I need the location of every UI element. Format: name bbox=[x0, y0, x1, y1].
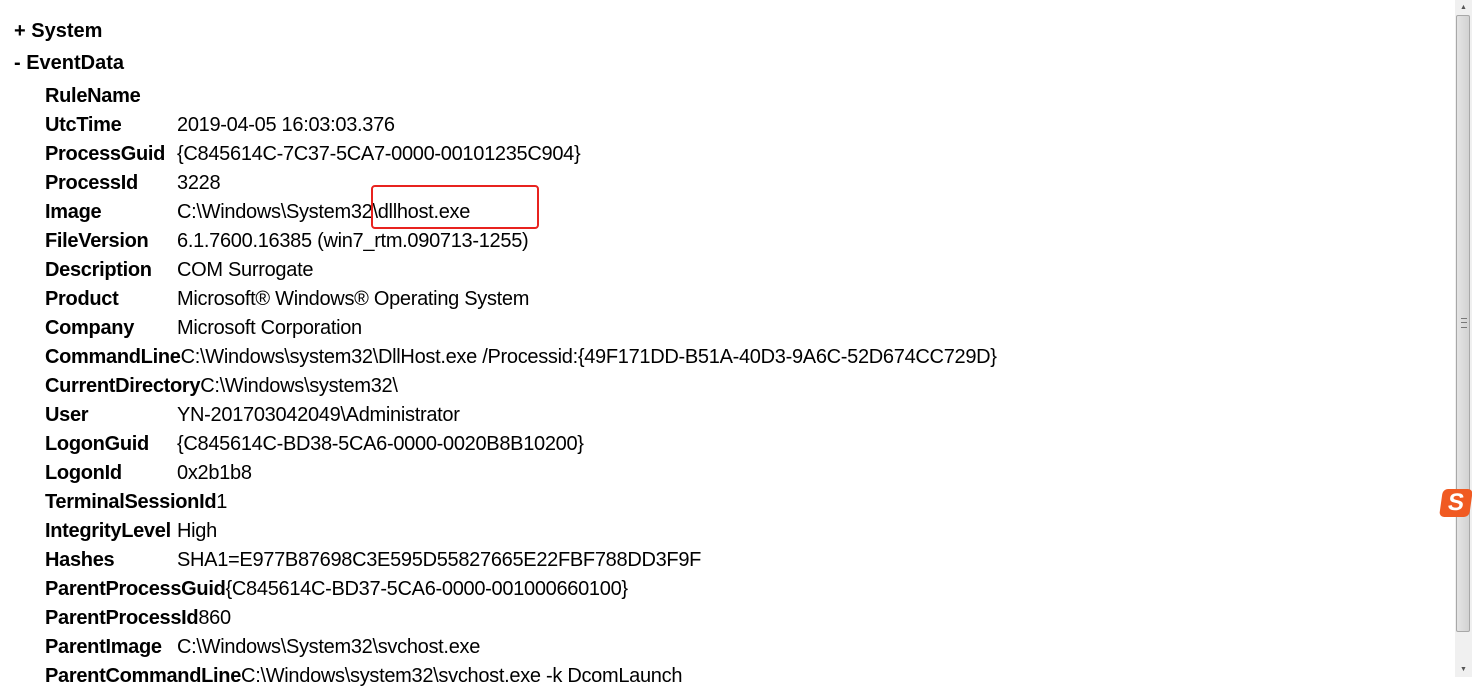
sogou-ime-icon[interactable]: S bbox=[1439, 489, 1472, 517]
field-value: 6.1.7600.16385 (win7_rtm.090713-1255) bbox=[177, 230, 529, 252]
field-label: ProcessGuid bbox=[45, 143, 166, 165]
field-value: {C845614C-BD38-5CA6-0000-0020B8B10200} bbox=[177, 433, 584, 455]
scroll-down-arrow-icon[interactable]: ▼ bbox=[1455, 662, 1472, 677]
field-label: UtcTime bbox=[45, 114, 122, 136]
field-row: IntegrityLevel High bbox=[45, 517, 997, 546]
field-row: Company Microsoft Corporation bbox=[45, 314, 997, 343]
field-row: ParentProcessId860 bbox=[45, 604, 997, 633]
field-value: COM Surrogate bbox=[177, 259, 314, 281]
field-value: 1 bbox=[216, 491, 228, 513]
field-value: C:\Windows\system32\ bbox=[200, 375, 398, 397]
field-row: TerminalSessionId1 bbox=[45, 488, 997, 517]
field-row: UtcTime 2019-04-05 16:03:03.376 bbox=[45, 111, 997, 140]
field-value: 2019-04-05 16:03:03.376 bbox=[177, 114, 395, 136]
field-value: C:\Windows\system32\DllHost.exe /Process… bbox=[180, 346, 997, 368]
field-value: Microsoft Corporation bbox=[177, 317, 362, 339]
vertical-scrollbar[interactable]: ▲ ▼ bbox=[1455, 0, 1472, 677]
field-row: CommandLineC:\Windows\system32\DllHost.e… bbox=[45, 343, 997, 372]
field-value: 0x2b1b8 bbox=[177, 462, 252, 484]
field-value: {C845614C-BD37-5CA6-0000-001000660100} bbox=[225, 578, 629, 600]
field-value: 860 bbox=[198, 607, 231, 629]
field-value: SHA1=E977B87698C3E595D55827665E22FBF788D… bbox=[177, 549, 702, 571]
field-label: LogonGuid bbox=[45, 433, 149, 455]
field-row: Product Microsoft® Windows® Operating Sys… bbox=[45, 285, 997, 314]
field-row: LogonId 0x2b1b8 bbox=[45, 459, 997, 488]
field-row: RuleName bbox=[45, 82, 997, 111]
field-row: ParentImage C:\Windows\System32\svchost.e… bbox=[45, 633, 997, 662]
field-label: RuleName bbox=[45, 85, 141, 107]
field-label: ProcessId bbox=[45, 172, 138, 194]
field-value: C:\Windows\system32\svchost.exe -k DcomL… bbox=[241, 665, 683, 687]
field-value: {C845614C-7C37-5CA7-0000-00101235C904} bbox=[177, 143, 581, 165]
field-label: Product bbox=[45, 288, 119, 310]
field-label: Description bbox=[45, 259, 152, 281]
field-label: Hashes bbox=[45, 549, 115, 571]
field-value: YN-201703042049\Administrator bbox=[177, 404, 460, 426]
field-label: Image bbox=[45, 201, 102, 223]
field-row: ProcessGuid {C845614C-7C37-5CA7-0000-0010… bbox=[45, 140, 997, 169]
field-label: ParentProcessId bbox=[45, 607, 199, 629]
field-row: FileVersion 6.1.7600.16385 (win7_rtm.0907… bbox=[45, 227, 997, 256]
field-label: FileVersion bbox=[45, 230, 149, 252]
field-row: ParentProcessGuid{C845614C-BD37-5CA6-000… bbox=[45, 575, 997, 604]
field-label: ParentProcessGuid bbox=[45, 578, 226, 600]
event-data-fields: RuleName UtcTime 2019-04-05 16:03:03.376 Pr… bbox=[45, 82, 997, 691]
scroll-up-arrow-icon[interactable]: ▲ bbox=[1455, 0, 1472, 15]
field-label: User bbox=[45, 404, 89, 426]
field-label: CurrentDirectory bbox=[45, 375, 201, 397]
field-label: IntegrityLevel bbox=[45, 520, 171, 542]
highlight-box bbox=[371, 185, 539, 229]
field-row: LogonGuid {C845614C-BD38-5CA6-0000-0020B8… bbox=[45, 430, 997, 459]
field-row: Hashes SHA1=E977B87698C3E595D55827665E22F… bbox=[45, 546, 997, 575]
field-row: CurrentDirectoryC:\Windows\system32\ bbox=[45, 372, 997, 401]
field-label: ParentImage bbox=[45, 636, 162, 658]
field-label: LogonId bbox=[45, 462, 122, 484]
grip-icon bbox=[1461, 318, 1467, 328]
field-label: Company bbox=[45, 317, 135, 339]
field-label: CommandLine bbox=[45, 346, 181, 368]
field-row: User YN-201703042049\Administrator bbox=[45, 401, 997, 430]
tree-node-system[interactable]: + System bbox=[14, 20, 102, 43]
scrollbar-thumb[interactable] bbox=[1456, 15, 1470, 632]
field-value: High bbox=[177, 520, 217, 542]
field-row: Description COM Surrogate bbox=[45, 256, 997, 285]
tree-node-eventdata[interactable]: - EventData bbox=[14, 52, 124, 75]
field-value: C:\Windows\System32\svchost.exe bbox=[177, 636, 481, 658]
field-value: Microsoft® Windows® Operating System bbox=[177, 288, 530, 310]
field-value: 3228 bbox=[177, 172, 221, 194]
field-label: TerminalSessionId bbox=[45, 491, 217, 513]
